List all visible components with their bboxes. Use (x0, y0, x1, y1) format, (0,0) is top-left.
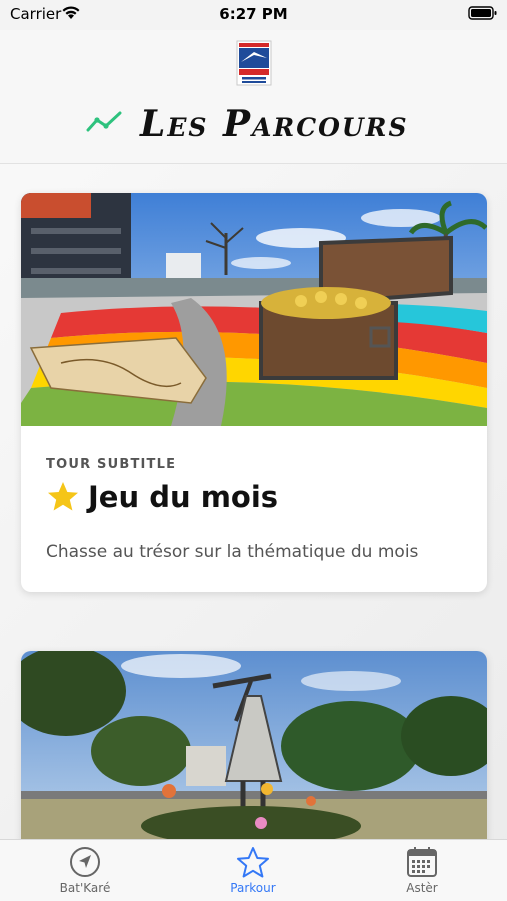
card-title-row: Jeu du mois (46, 480, 462, 514)
page-title: Les Parcours (140, 103, 409, 145)
card-body: TOUR SUBTITLE Jeu du mois Chasse au trés… (21, 457, 487, 562)
battery-icon (468, 6, 497, 20)
tour-card[interactable]: TOUR SUBTITLE Jeu du mois Chasse au trés… (21, 193, 487, 592)
status-bar: Carrier 6:27 PM (0, 0, 507, 30)
statue-park-photo (21, 651, 487, 839)
compass-arrow-icon (70, 847, 100, 877)
tour-list[interactable]: TOUR SUBTITLE Jeu du mois Chasse au trés… (0, 164, 507, 839)
tab-label: Astèr (406, 881, 438, 895)
trend-line-icon (86, 111, 122, 132)
tab-label: Parkour (230, 881, 276, 895)
clock: 6:27 PM (219, 5, 288, 23)
saint-denis-logo (236, 40, 272, 86)
star-outline-icon (237, 847, 269, 878)
tab-parkour[interactable]: Parkour (193, 840, 313, 901)
app-header: Les Parcours (0, 30, 507, 164)
card-description: Chasse au trésor sur la thématique du mo… (46, 542, 419, 562)
tab-label: Bat'Karé (59, 881, 111, 895)
tour-card[interactable] (21, 651, 487, 839)
calendar-icon (407, 847, 437, 877)
card-title: Jeu du mois (88, 480, 279, 514)
tab-aster[interactable]: Astèr (362, 840, 482, 901)
tab-batkare[interactable]: Bat'Karé (25, 840, 145, 901)
tab-bar: Bat'Karé Parkour Astèr (0, 839, 507, 901)
treasure-chest-map-photo (21, 193, 487, 426)
star-icon (48, 482, 78, 511)
card-subtitle: TOUR SUBTITLE (46, 457, 177, 472)
